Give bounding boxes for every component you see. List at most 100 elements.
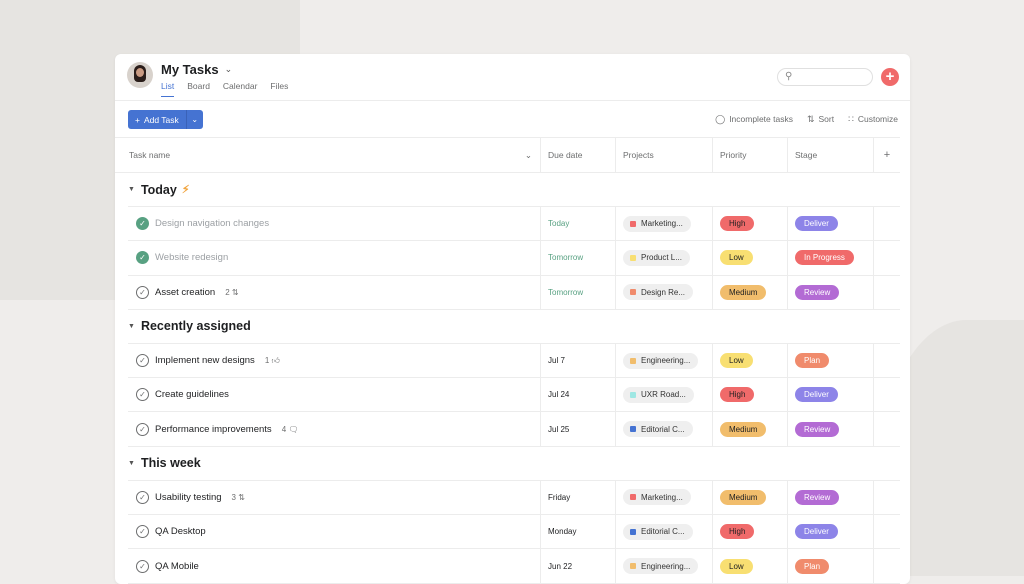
due-date-cell[interactable]: Jul 25 xyxy=(541,412,616,446)
task-name[interactable]: Performance improvements xyxy=(155,424,272,435)
priority-cell[interactable]: Medium xyxy=(713,275,788,309)
due-date-cell[interactable]: Tomorrow xyxy=(541,275,616,309)
customize-button[interactable]: ∷ Customize xyxy=(848,114,898,125)
add-task-dropdown[interactable]: ⌄ xyxy=(187,115,203,124)
priority-badge[interactable]: Low xyxy=(720,558,753,574)
due-date-cell[interactable]: Friday xyxy=(541,480,616,515)
due-date-cell[interactable]: Jul 7 xyxy=(541,343,616,378)
quick-add-button[interactable]: + xyxy=(881,68,899,86)
task-name[interactable]: QA Mobile xyxy=(155,561,199,572)
stage-badge[interactable]: Deliver xyxy=(795,387,838,403)
column-stage[interactable]: Stage xyxy=(788,138,874,172)
avatar[interactable] xyxy=(127,62,153,88)
tab-board[interactable]: Board xyxy=(187,81,210,97)
complete-checkbox-icon[interactable]: ✓ xyxy=(136,354,149,368)
priority-cell[interactable]: Low xyxy=(713,549,788,583)
priority-cell[interactable]: High xyxy=(713,515,788,549)
complete-checkbox-icon[interactable]: ✓ xyxy=(136,422,149,436)
task-name[interactable]: QA Desktop xyxy=(155,526,206,537)
project-tag[interactable]: Marketing... xyxy=(623,489,691,506)
priority-cell[interactable]: Medium xyxy=(713,480,788,515)
priority-badge[interactable]: High xyxy=(720,387,755,403)
priority-badge[interactable]: High xyxy=(720,216,755,232)
project-cell[interactable]: Editorial C... xyxy=(616,515,713,549)
task-name[interactable]: Implement new designs xyxy=(155,355,255,366)
project-cell[interactable]: Product L... xyxy=(616,241,713,275)
project-tag[interactable]: Editorial C... xyxy=(623,523,693,540)
project-cell[interactable]: Engineering... xyxy=(616,549,713,583)
complete-checkbox-icon[interactable]: ✓ xyxy=(136,525,149,539)
task-name[interactable]: Asset creation xyxy=(155,287,215,298)
project-cell[interactable]: Engineering... xyxy=(616,343,713,378)
task-name[interactable]: Design navigation changes xyxy=(155,218,269,229)
due-date-cell[interactable]: Tomorrow xyxy=(541,241,616,275)
due-date-cell[interactable]: Monday xyxy=(541,515,616,549)
table-row[interactable]: ✓ Website redesign Tomorrow Product L... … xyxy=(128,241,900,276)
tab-calendar[interactable]: Calendar xyxy=(223,81,258,97)
priority-cell[interactable]: High xyxy=(713,378,788,412)
complete-checkbox-icon[interactable]: ✓ xyxy=(136,388,149,402)
priority-cell[interactable]: High xyxy=(713,207,788,241)
priority-badge[interactable]: Low xyxy=(720,353,753,369)
complete-checkbox-icon[interactable]: ✓ xyxy=(136,559,149,573)
complete-checkbox-icon[interactable]: ✓ xyxy=(136,217,149,231)
project-tag[interactable]: UXR Road... xyxy=(623,386,694,403)
project-tag[interactable]: Design Re... xyxy=(623,284,694,301)
stage-cell[interactable]: Deliver xyxy=(788,515,874,549)
priority-badge[interactable]: Medium xyxy=(720,489,767,505)
sort-button[interactable]: ⇅ Sort xyxy=(807,114,834,125)
stage-badge[interactable]: Review xyxy=(795,489,840,505)
project-tag[interactable]: Product L... xyxy=(623,249,690,266)
complete-checkbox-icon[interactable]: ✓ xyxy=(136,285,149,299)
add-column-button[interactable]: + xyxy=(874,138,900,172)
search-input[interactable]: ⚲ xyxy=(777,68,873,86)
project-cell[interactable]: Editorial C... xyxy=(616,412,713,446)
table-row[interactable]: ✓ QA Desktop Monday Editorial C... High D… xyxy=(128,515,900,550)
caret-down-icon[interactable]: ▼ xyxy=(128,323,135,330)
priority-cell[interactable]: Low xyxy=(713,343,788,378)
table-row[interactable]: ✓ Usability testing 3 ⇅ Friday Marketing..… xyxy=(128,480,900,516)
table-row[interactable]: ✓ Performance improvements 4 🗨︎ Jul 25 Edi… xyxy=(128,412,900,447)
priority-cell[interactable]: Low xyxy=(713,241,788,275)
chevron-down-icon[interactable]: ⌄ xyxy=(525,150,532,161)
project-cell[interactable]: Marketing... xyxy=(616,207,713,241)
table-row[interactable]: ✓ Implement new designs 1 👍︎ Jul 7 Enginee… xyxy=(128,343,900,379)
table-row[interactable]: ✓ Asset creation 2 ⇅ Tomorrow Design Re...… xyxy=(128,275,900,310)
stage-cell[interactable]: Review xyxy=(788,275,874,309)
section-header[interactable]: ▼ Recently assigned xyxy=(128,310,900,344)
stage-badge[interactable]: In Progress xyxy=(795,250,854,266)
column-priority[interactable]: Priority xyxy=(713,138,788,172)
table-row[interactable]: ✓ Design navigation changes Today Marketi… xyxy=(128,207,900,242)
task-name[interactable]: Website redesign xyxy=(155,252,228,263)
column-task-name[interactable]: Task name ⌄ xyxy=(115,138,541,172)
priority-badge[interactable]: High xyxy=(720,524,755,540)
column-due-date[interactable]: Due date xyxy=(541,138,616,172)
table-row[interactable]: ✓ QA Mobile Jun 22 Engineering... Low Pla… xyxy=(128,549,900,584)
task-name[interactable]: Create guidelines xyxy=(155,389,229,400)
page-title[interactable]: My Tasks ⌄ xyxy=(161,62,232,77)
tab-list[interactable]: List xyxy=(161,81,175,97)
table-row[interactable]: ✓ Create guidelines Jul 24 UXR Road... Hi… xyxy=(128,378,900,413)
add-task-button[interactable]: + Add Task xyxy=(128,110,187,129)
stage-badge[interactable]: Deliver xyxy=(795,216,838,232)
caret-down-icon[interactable]: ▼ xyxy=(128,186,135,193)
caret-down-icon[interactable]: ▼ xyxy=(128,460,135,467)
stage-badge[interactable]: Review xyxy=(795,284,840,300)
column-projects[interactable]: Projects xyxy=(616,138,713,172)
project-tag[interactable]: Engineering... xyxy=(623,558,699,575)
section-header[interactable]: ▼ This week xyxy=(128,447,900,481)
project-tag[interactable]: Engineering... xyxy=(623,352,699,369)
stage-badge[interactable]: Deliver xyxy=(795,524,838,540)
task-name[interactable]: Usability testing xyxy=(155,492,222,503)
priority-badge[interactable]: Medium xyxy=(720,421,767,437)
stage-cell[interactable]: Review xyxy=(788,480,874,515)
chevron-down-icon[interactable]: ⌄ xyxy=(225,64,233,75)
stage-cell[interactable]: Review xyxy=(788,412,874,446)
due-date-cell[interactable]: Jul 24 xyxy=(541,378,616,412)
stage-badge[interactable]: Plan xyxy=(795,353,830,369)
complete-checkbox-icon[interactable]: ✓ xyxy=(136,251,149,265)
stage-cell[interactable]: Plan xyxy=(788,549,874,583)
section-header[interactable]: ▼ Today ⚡︎ xyxy=(128,173,900,207)
priority-badge[interactable]: Low xyxy=(720,250,753,266)
tab-files[interactable]: Files xyxy=(270,81,288,97)
